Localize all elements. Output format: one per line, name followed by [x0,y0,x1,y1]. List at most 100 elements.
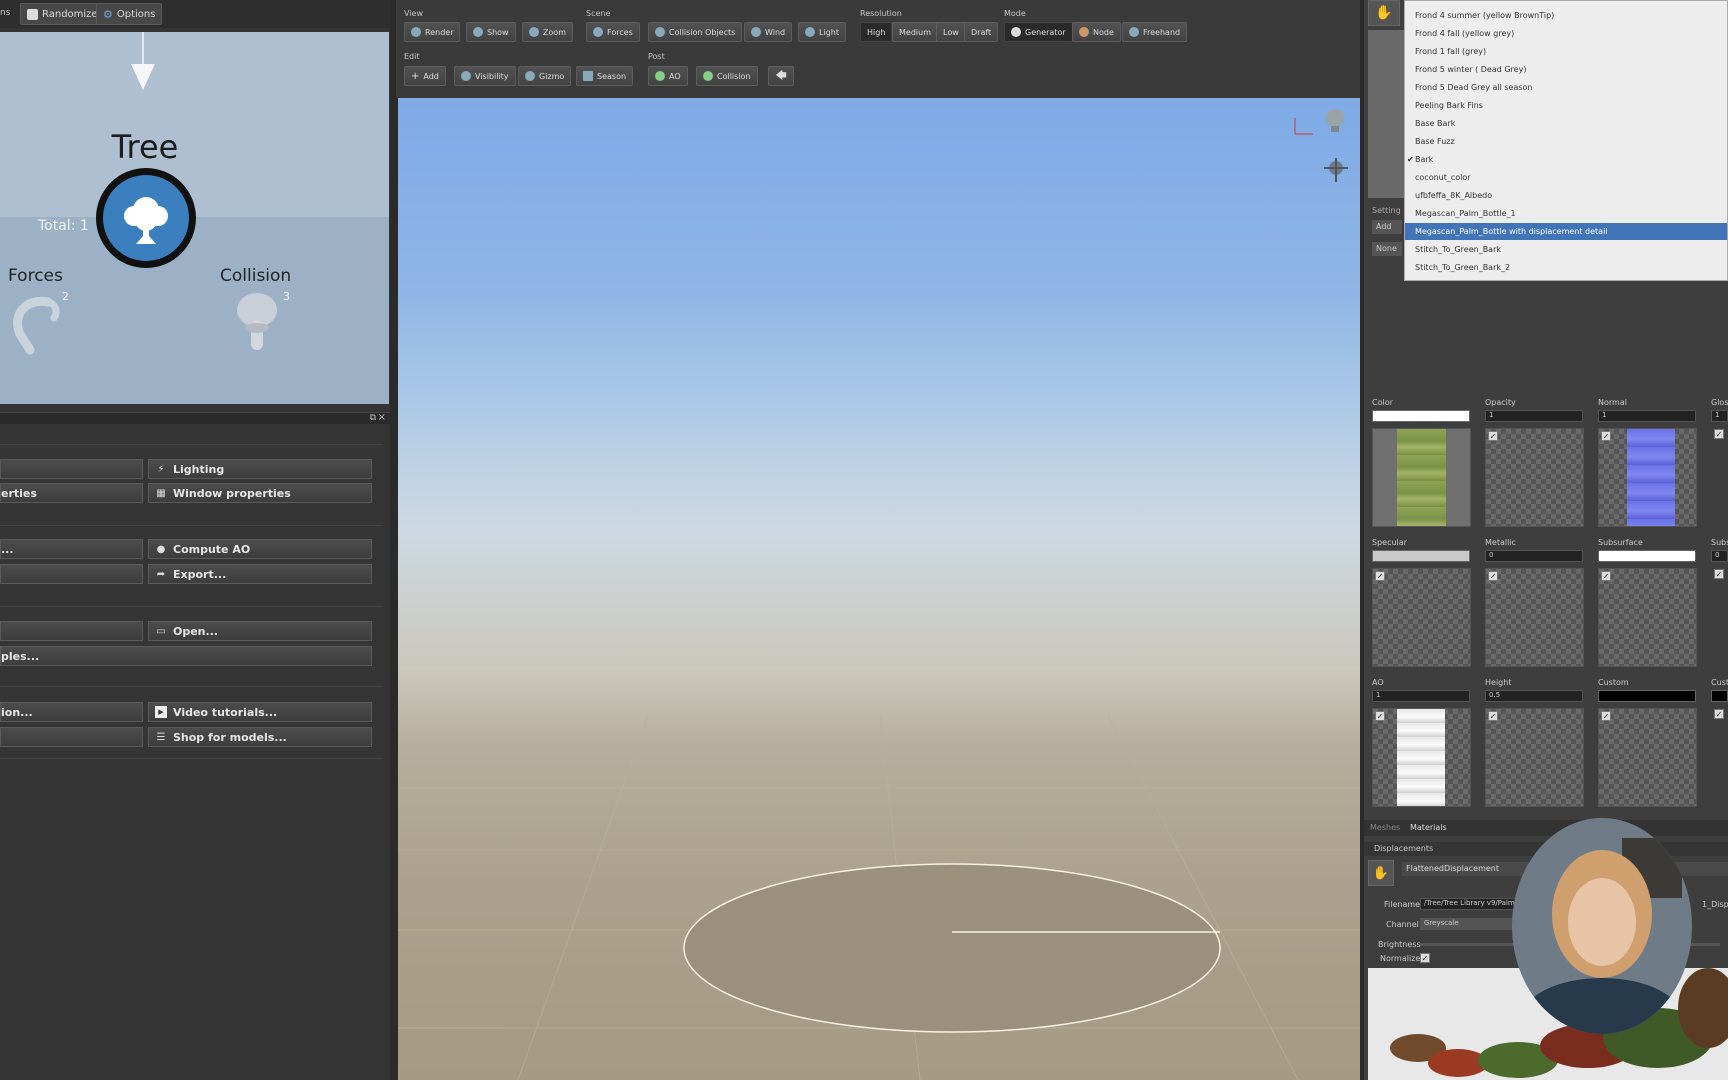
close-icon[interactable]: × [378,412,386,423]
normal-texture[interactable]: ✓ [1598,428,1697,527]
collision-objects-button[interactable]: Collision Objects [648,22,743,42]
specular-checkbox[interactable]: ✓ [1375,571,1385,581]
resolution-low-button[interactable]: Low [936,22,966,42]
subs-checkbox[interactable]: ✓ [1714,569,1724,579]
specular-swatch[interactable] [1372,550,1470,562]
tab-meshes[interactable]: Meshes [1370,823,1400,832]
ellipsis-button[interactable]: ... [0,539,143,559]
material-dropdown-list[interactable]: Frond 4 summer (yellow BrownTip) Frond 4… [1404,0,1728,281]
specular-texture[interactable]: ✓ [1372,568,1471,667]
height-texture[interactable]: ✓ [1485,708,1584,807]
export-button[interactable]: ➦ Export... [148,564,372,584]
forces-button[interactable]: Forces [586,22,640,42]
ao-field[interactable]: 1 [1372,690,1470,702]
subsurface-checkbox[interactable]: ✓ [1601,571,1611,581]
hidden-left-button-3[interactable] [0,621,143,641]
open-button[interactable]: ▭ Open... [148,621,372,641]
normalize-checkbox[interactable]: ✓ [1420,953,1430,963]
height-field[interactable]: 0.5 [1485,690,1583,702]
normal-checkbox[interactable]: ✓ [1601,431,1611,441]
3d-viewport[interactable] [398,98,1360,1080]
compute-ao-button[interactable]: ● Compute AO [148,539,372,559]
height-checkbox[interactable]: ✓ [1488,711,1498,721]
video-tutorials-button[interactable]: ▶ Video tutorials... [148,702,372,722]
material-option[interactable]: Frond 5 Dead Grey all season [1405,79,1727,96]
opacity-texture[interactable]: ✓ [1485,428,1584,527]
custom-checkbox[interactable]: ✓ [1601,711,1611,721]
season-button[interactable]: Season [576,66,634,86]
hidden-left-button-1[interactable] [0,459,143,479]
back-arrow-button[interactable]: 🡄 [768,66,794,86]
custom-swatch[interactable] [1598,690,1696,702]
add-button[interactable]: + Add [404,66,446,86]
gloss-checkbox[interactable]: ✓ [1714,429,1724,439]
float-icon[interactable]: ⧉ [370,413,376,423]
options-button[interactable]: ⚙ Options [96,3,163,25]
filename-field[interactable]: /Tree/Tree Library v9/Palm [1420,898,1520,910]
randomize-button[interactable]: Randomize [20,3,105,25]
light-bulb-icon[interactable] [1322,106,1348,138]
option-button[interactable]: ion... [0,702,143,722]
axis-gizmo-icon[interactable] [1291,116,1315,140]
ao-button[interactable]: AO [648,66,688,86]
color-texture[interactable]: ✓ [1372,428,1471,527]
hidden-left-button-2[interactable] [0,564,143,584]
material-option[interactable]: Base Bark [1405,115,1727,132]
material-option[interactable]: coconut_color [1405,169,1727,186]
material-option[interactable]: Frond 4 fall (yellow grey) [1405,25,1727,42]
cust-checkbox[interactable]: ✓ [1714,709,1724,719]
none-button[interactable]: None [1372,242,1402,256]
show-button[interactable]: Show [466,22,516,42]
material-option[interactable]: Peeling Bark Fins [1405,97,1727,114]
collision-post-button[interactable]: Collision [696,66,758,86]
ao-texture[interactable]: ✓ [1372,708,1471,807]
material-option[interactable]: Frond 5 winter ( Dead Grey) [1405,61,1727,78]
custom-texture[interactable]: ✓ [1598,708,1697,807]
resolution-draft-button[interactable]: Draft [964,22,999,42]
properties-button[interactable]: erties [0,483,143,503]
window-properties-button[interactable]: ▦ Window properties [148,483,372,503]
wind-direction-icon[interactable] [1324,156,1348,184]
node-graph-canvas[interactable]: Tree Total: 1 Forces 2 Collision 3 [0,32,389,404]
resolution-medium-button[interactable]: Medium [892,22,938,42]
material-option[interactable]: Frond 1 fall (grey) [1405,43,1727,60]
resolution-high-button[interactable]: High [860,22,893,42]
tree-node[interactable] [96,168,196,268]
metallic-texture[interactable]: ✓ [1485,568,1584,667]
subsurface-texture[interactable]: ✓ [1598,568,1697,667]
channel-select[interactable]: Greyscale [1420,918,1520,930]
color-swatch[interactable] [1372,410,1470,422]
wind-button[interactable]: Wind [744,22,793,42]
opacity-checkbox[interactable]: ✓ [1488,431,1498,441]
material-option[interactable]: Base Fuzz [1405,133,1727,150]
subsurface-swatch[interactable] [1598,550,1696,562]
material-option[interactable]: ufbfeffa_8K_Albedo [1405,187,1727,204]
material-option-selected[interactable]: Megascan_Palm_Bottle with displacement d… [1405,223,1727,240]
metallic-field[interactable]: 0 [1485,550,1583,562]
add-material-button[interactable]: Add [1372,220,1402,234]
material-option-checked[interactable]: ✔ Bark [1405,151,1727,168]
mushroom-collider-icon[interactable] [232,290,282,356]
subs-field[interactable]: 0 [1711,550,1728,562]
shop-models-button[interactable]: ☰ Shop for models... [148,727,372,747]
lighting-button[interactable]: ⚡ Lighting [148,459,372,479]
generator-mode-button[interactable]: Generator [1004,22,1073,42]
material-option[interactable]: Stitch_To_Green_Bark_2 [1405,259,1727,276]
hidden-left-button-4[interactable] [0,727,143,747]
material-option[interactable]: Frond 4 summer (yellow BrownTip) [1405,7,1727,24]
node-mode-button[interactable]: Node [1072,22,1121,42]
gizmo-button[interactable]: Gizmo [518,66,572,86]
magnet-icon[interactable] [4,294,64,358]
samples-button[interactable]: ples... [0,646,372,666]
light-button[interactable]: Light [798,22,846,42]
tab-materials[interactable]: Materials [1410,823,1447,832]
opacity-field[interactable]: 1 [1485,410,1583,422]
material-option[interactable]: Stitch_To_Green_Bark [1405,241,1727,258]
visibility-button[interactable]: Visibility [454,66,516,86]
metallic-checkbox[interactable]: ✓ [1488,571,1498,581]
hand-tool-icon[interactable]: ✋ [1368,860,1394,886]
cust-swatch[interactable] [1711,690,1728,702]
hand-tool-icon[interactable]: ✋ [1368,0,1400,26]
material-option[interactable]: Megascan_Palm_Bottle_1 [1405,205,1727,222]
zoom-button[interactable]: Zoom [522,22,574,42]
